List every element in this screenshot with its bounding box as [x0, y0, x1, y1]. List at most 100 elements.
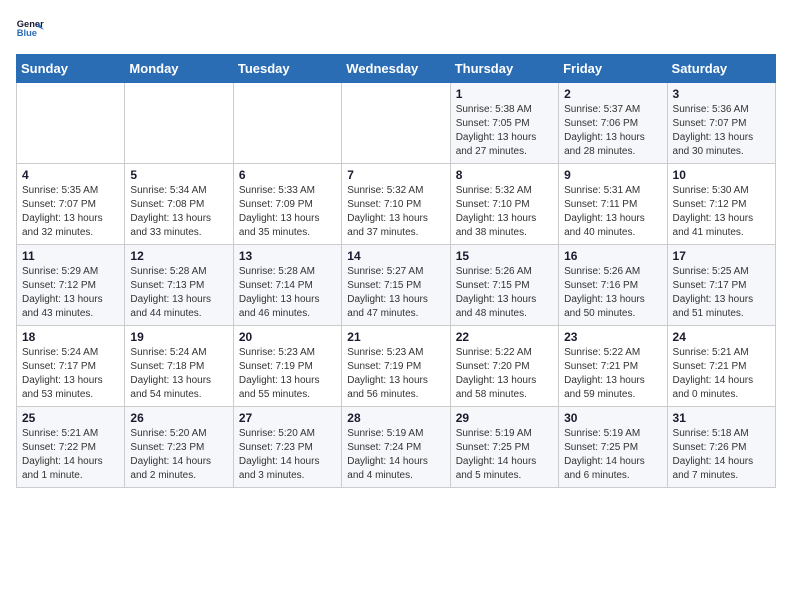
day-info: Sunrise: 5:19 AM Sunset: 7:24 PM Dayligh… — [347, 427, 444, 483]
day-number: 13 — [239, 249, 336, 263]
day-number: 2 — [564, 87, 661, 101]
day-info: Sunrise: 5:21 AM Sunset: 7:21 PM Dayligh… — [673, 346, 770, 402]
calendar-cell: 2 Sunrise: 5:37 AM Sunset: 7:06 PM Daylig… — [559, 83, 667, 164]
day-number: 20 — [239, 330, 336, 344]
day-info: Sunrise: 5:23 AM Sunset: 7:19 PM Dayligh… — [239, 346, 336, 402]
weekday-header-friday: Friday — [559, 55, 667, 83]
day-info: Sunrise: 5:18 AM Sunset: 7:26 PM Dayligh… — [673, 427, 770, 483]
calendar-cell — [233, 83, 341, 164]
day-number: 21 — [347, 330, 444, 344]
day-info: Sunrise: 5:19 AM Sunset: 7:25 PM Dayligh… — [456, 427, 553, 483]
day-info: Sunrise: 5:28 AM Sunset: 7:13 PM Dayligh… — [130, 265, 227, 321]
calendar-cell: 8Sunrise: 5:32 AM Sunset: 7:10 PM Daylig… — [450, 164, 558, 245]
calendar-cell: 6 Sunrise: 5:33 AM Sunset: 7:09 PM Daylig… — [233, 164, 341, 245]
day-number: 16 — [564, 249, 661, 263]
page-header: General Blue — [16, 16, 776, 44]
logo: General Blue — [16, 16, 44, 44]
calendar-cell: 4 Sunrise: 5:35 AM Sunset: 7:07 PM Daylig… — [17, 164, 125, 245]
day-info: Sunrise: 5:26 AM Sunset: 7:16 PM Dayligh… — [564, 265, 661, 321]
calendar-cell: 25 Sunrise: 5:21 AM Sunset: 7:22 PM Dayli… — [17, 407, 125, 488]
calendar-cell: 10 Sunrise: 5:30 AM Sunset: 7:12 PM Dayli… — [667, 164, 775, 245]
day-number: 9 — [564, 168, 661, 182]
day-number: 10 — [673, 168, 770, 182]
day-info: Sunrise: 5:33 AM Sunset: 7:09 PM Dayligh… — [239, 184, 336, 240]
weekday-header-saturday: Saturday — [667, 55, 775, 83]
day-info: Sunrise: 5:38 AM Sunset: 7:05 PM Dayligh… — [456, 103, 553, 159]
weekday-header-monday: Monday — [125, 55, 233, 83]
day-number: 22 — [456, 330, 553, 344]
calendar-cell: 13 Sunrise: 5:28 AM Sunset: 7:14 PM Dayli… — [233, 245, 341, 326]
weekday-header-tuesday: Tuesday — [233, 55, 341, 83]
calendar-cell: 18 Sunrise: 5:24 AM Sunset: 7:17 PM Dayli… — [17, 326, 125, 407]
day-info: Sunrise: 5:30 AM Sunset: 7:12 PM Dayligh… — [673, 184, 770, 240]
day-info: Sunrise: 5:32 AM Sunset: 7:10 PM Dayligh… — [347, 184, 444, 240]
day-number: 18 — [22, 330, 119, 344]
calendar-cell: 5 Sunrise: 5:34 AM Sunset: 7:08 PM Daylig… — [125, 164, 233, 245]
calendar-cell: 24 Sunrise: 5:21 AM Sunset: 7:21 PM Dayli… — [667, 326, 775, 407]
calendar-cell — [17, 83, 125, 164]
day-number: 5 — [130, 168, 227, 182]
weekday-header-sunday: Sunday — [17, 55, 125, 83]
calendar-cell: 22 Sunrise: 5:22 AM Sunset: 7:20 PM Dayli… — [450, 326, 558, 407]
calendar-cell: 27 Sunrise: 5:20 AM Sunset: 7:23 PM Dayli… — [233, 407, 341, 488]
calendar-cell: 21Sunrise: 5:23 AM Sunset: 7:19 PM Dayli… — [342, 326, 450, 407]
calendar-cell: 30 Sunrise: 5:19 AM Sunset: 7:25 PM Dayli… — [559, 407, 667, 488]
day-number: 27 — [239, 411, 336, 425]
calendar-cell: 3 Sunrise: 5:36 AM Sunset: 7:07 PM Daylig… — [667, 83, 775, 164]
calendar-cell: 9 Sunrise: 5:31 AM Sunset: 7:11 PM Daylig… — [559, 164, 667, 245]
day-number: 29 — [456, 411, 553, 425]
day-info: Sunrise: 5:29 AM Sunset: 7:12 PM Dayligh… — [22, 265, 119, 321]
day-info: Sunrise: 5:35 AM Sunset: 7:07 PM Dayligh… — [22, 184, 119, 240]
calendar-cell: 28 Sunrise: 5:19 AM Sunset: 7:24 PM Dayli… — [342, 407, 450, 488]
day-info: Sunrise: 5:37 AM Sunset: 7:06 PM Dayligh… — [564, 103, 661, 159]
day-number: 7 — [347, 168, 444, 182]
calendar-cell: 23Sunrise: 5:22 AM Sunset: 7:21 PM Dayli… — [559, 326, 667, 407]
day-number: 31 — [673, 411, 770, 425]
day-info: Sunrise: 5:22 AM Sunset: 7:20 PM Dayligh… — [456, 346, 553, 402]
calendar-cell: 12Sunrise: 5:28 AM Sunset: 7:13 PM Dayli… — [125, 245, 233, 326]
day-info: Sunrise: 5:28 AM Sunset: 7:14 PM Dayligh… — [239, 265, 336, 321]
day-number: 28 — [347, 411, 444, 425]
day-number: 6 — [239, 168, 336, 182]
calendar-week-row: 11Sunrise: 5:29 AM Sunset: 7:12 PM Dayli… — [17, 245, 776, 326]
calendar-cell: 26Sunrise: 5:20 AM Sunset: 7:23 PM Dayli… — [125, 407, 233, 488]
day-info: Sunrise: 5:34 AM Sunset: 7:08 PM Dayligh… — [130, 184, 227, 240]
day-info: Sunrise: 5:21 AM Sunset: 7:22 PM Dayligh… — [22, 427, 119, 483]
day-number: 19 — [130, 330, 227, 344]
calendar-cell: 17 Sunrise: 5:25 AM Sunset: 7:17 PM Dayli… — [667, 245, 775, 326]
svg-text:Blue: Blue — [17, 28, 37, 38]
day-number: 24 — [673, 330, 770, 344]
day-info: Sunrise: 5:20 AM Sunset: 7:23 PM Dayligh… — [239, 427, 336, 483]
calendar-cell: 19 Sunrise: 5:24 AM Sunset: 7:18 PM Dayli… — [125, 326, 233, 407]
calendar-cell: 14Sunrise: 5:27 AM Sunset: 7:15 PM Dayli… — [342, 245, 450, 326]
day-info: Sunrise: 5:32 AM Sunset: 7:10 PM Dayligh… — [456, 184, 553, 240]
day-info: Sunrise: 5:24 AM Sunset: 7:18 PM Dayligh… — [130, 346, 227, 402]
calendar-week-row: 1Sunrise: 5:38 AM Sunset: 7:05 PM Daylig… — [17, 83, 776, 164]
day-info: Sunrise: 5:24 AM Sunset: 7:17 PM Dayligh… — [22, 346, 119, 402]
calendar-cell: 29 Sunrise: 5:19 AM Sunset: 7:25 PM Dayli… — [450, 407, 558, 488]
calendar-week-row: 25 Sunrise: 5:21 AM Sunset: 7:22 PM Dayli… — [17, 407, 776, 488]
day-info: Sunrise: 5:36 AM Sunset: 7:07 PM Dayligh… — [673, 103, 770, 159]
day-number: 30 — [564, 411, 661, 425]
calendar-cell: 7 Sunrise: 5:32 AM Sunset: 7:10 PM Daylig… — [342, 164, 450, 245]
calendar-cell — [342, 83, 450, 164]
day-number: 14 — [347, 249, 444, 263]
day-info: Sunrise: 5:20 AM Sunset: 7:23 PM Dayligh… — [130, 427, 227, 483]
calendar-week-row: 4 Sunrise: 5:35 AM Sunset: 7:07 PM Daylig… — [17, 164, 776, 245]
day-number: 17 — [673, 249, 770, 263]
day-number: 4 — [22, 168, 119, 182]
day-number: 25 — [22, 411, 119, 425]
day-info: Sunrise: 5:31 AM Sunset: 7:11 PM Dayligh… — [564, 184, 661, 240]
calendar-cell: 20 Sunrise: 5:23 AM Sunset: 7:19 PM Dayli… — [233, 326, 341, 407]
logo-icon: General Blue — [16, 16, 44, 44]
weekday-header-wednesday: Wednesday — [342, 55, 450, 83]
day-number: 3 — [673, 87, 770, 101]
calendar-week-row: 18 Sunrise: 5:24 AM Sunset: 7:17 PM Dayli… — [17, 326, 776, 407]
day-info: Sunrise: 5:19 AM Sunset: 7:25 PM Dayligh… — [564, 427, 661, 483]
calendar-cell: 1Sunrise: 5:38 AM Sunset: 7:05 PM Daylig… — [450, 83, 558, 164]
day-number: 15 — [456, 249, 553, 263]
calendar-header-row: SundayMondayTuesdayWednesdayThursdayFrid… — [17, 55, 776, 83]
calendar-cell: 15Sunrise: 5:26 AM Sunset: 7:15 PM Dayli… — [450, 245, 558, 326]
day-info: Sunrise: 5:22 AM Sunset: 7:21 PM Dayligh… — [564, 346, 661, 402]
day-info: Sunrise: 5:25 AM Sunset: 7:17 PM Dayligh… — [673, 265, 770, 321]
